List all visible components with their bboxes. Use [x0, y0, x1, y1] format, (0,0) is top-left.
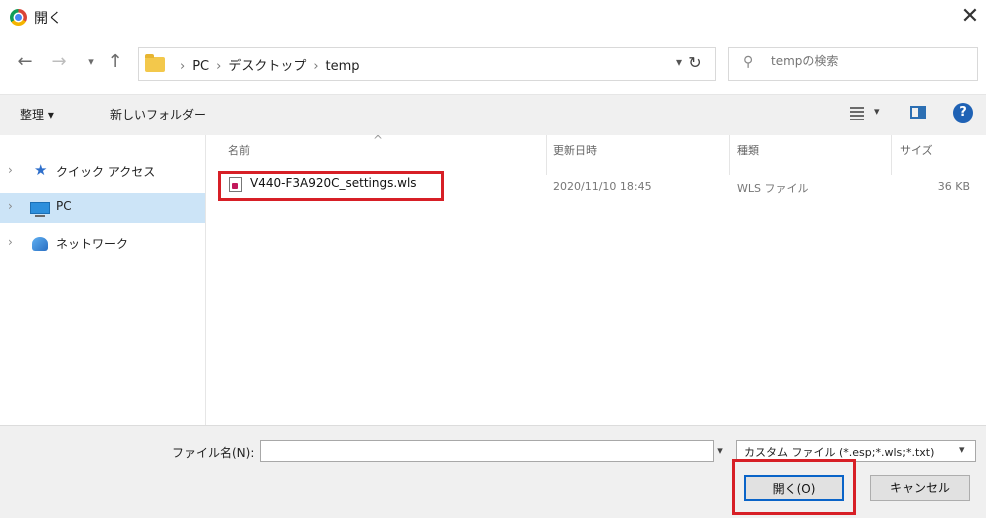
- file-type: WLS ファイル: [737, 182, 809, 195]
- sidebar-item-label: PC: [56, 199, 72, 213]
- dialog-footer: ファイル名(N): ▾ カスタム ファイル (*.esp;*.wls;*.txt…: [0, 425, 986, 518]
- breadcrumb-temp[interactable]: temp: [326, 59, 360, 74]
- folder-icon: [145, 54, 165, 72]
- sort-ascending-icon: ^: [373, 133, 384, 147]
- column-header-size[interactable]: サイズ: [900, 142, 933, 158]
- window-title: 開く: [34, 11, 62, 27]
- column-divider[interactable]: [546, 135, 547, 175]
- chevron-down-icon[interactable]: ▾: [874, 105, 880, 118]
- column-header-type[interactable]: 種類: [737, 142, 759, 158]
- file-size: 36 KB: [937, 180, 970, 193]
- sidebar-item-quick-access[interactable]: › ★ クイック アクセス: [0, 157, 205, 187]
- chevron-down-icon[interactable]: ▾: [959, 443, 965, 456]
- breadcrumb-pc[interactable]: PC: [192, 59, 209, 74]
- back-arrow-icon[interactable]: ←: [14, 51, 36, 73]
- network-icon: [32, 237, 48, 251]
- help-icon[interactable]: ?: [953, 103, 973, 123]
- breadcrumb: › PC › デスクトップ › temp: [173, 55, 360, 74]
- breadcrumb-separator: ›: [180, 59, 186, 74]
- cancel-button[interactable]: キャンセル: [870, 475, 970, 501]
- sidebar-item-network[interactable]: › ネットワーク: [0, 229, 205, 259]
- close-icon[interactable]: ✕: [958, 4, 982, 29]
- chrome-icon: [10, 9, 27, 26]
- star-icon: ★: [34, 161, 48, 179]
- pc-icon: [30, 202, 50, 217]
- chevron-right-icon[interactable]: ›: [8, 235, 13, 249]
- filename-label: ファイル名(N):: [172, 446, 255, 460]
- filename-input[interactable]: [260, 440, 714, 462]
- breadcrumb-separator: ›: [216, 59, 222, 74]
- forward-arrow-icon[interactable]: →: [48, 51, 70, 73]
- chevron-down-icon[interactable]: ▾: [710, 440, 730, 462]
- file-highlight-box: [218, 171, 444, 201]
- column-divider[interactable]: [891, 135, 892, 175]
- address-bar[interactable]: › PC › デスクトップ › temp ▾: [138, 47, 716, 81]
- file-date: 2020/11/10 18:45: [553, 180, 652, 193]
- preview-pane-icon[interactable]: [910, 106, 926, 119]
- new-folder-button[interactable]: 新しいフォルダー: [110, 106, 206, 123]
- chevron-right-icon[interactable]: ›: [8, 199, 13, 213]
- breadcrumb-separator: ›: [313, 59, 319, 74]
- view-options-icon[interactable]: [850, 107, 864, 120]
- organize-button[interactable]: 整理 ▾: [20, 106, 54, 123]
- sidebar-item-pc[interactable]: › PC: [0, 193, 205, 223]
- column-divider[interactable]: [729, 135, 730, 175]
- command-bar: 整理 ▾ 新しいフォルダー ▾ ?: [0, 94, 986, 136]
- column-header-name[interactable]: 名前: [228, 142, 250, 158]
- column-header-date[interactable]: 更新日時: [553, 142, 597, 158]
- up-arrow-icon[interactable]: ↑: [104, 51, 126, 73]
- search-icon: ⚲: [743, 54, 754, 70]
- chevron-right-icon[interactable]: ›: [8, 163, 13, 177]
- breadcrumb-desktop[interactable]: デスクトップ: [228, 59, 306, 74]
- file-list: ^ 名前 更新日時 種類 サイズ V440-F3A920C_settings.w…: [206, 133, 986, 425]
- sidebar-item-label: ネットワーク: [56, 237, 129, 251]
- search-input[interactable]: [769, 53, 973, 69]
- navigation-pane: › ★ クイック アクセス › PC › ネットワーク: [0, 135, 206, 425]
- sidebar-item-label: クイック アクセス: [56, 165, 156, 179]
- open-highlight-box: [732, 459, 856, 515]
- title-bar: 開く ✕: [0, 0, 986, 34]
- file-type-value: カスタム ファイル (*.esp;*.wls;*.txt): [744, 446, 935, 459]
- search-box[interactable]: ⚲: [728, 47, 978, 81]
- recent-locations-icon[interactable]: ▾: [80, 51, 102, 73]
- refresh-icon[interactable]: ↻: [680, 48, 710, 78]
